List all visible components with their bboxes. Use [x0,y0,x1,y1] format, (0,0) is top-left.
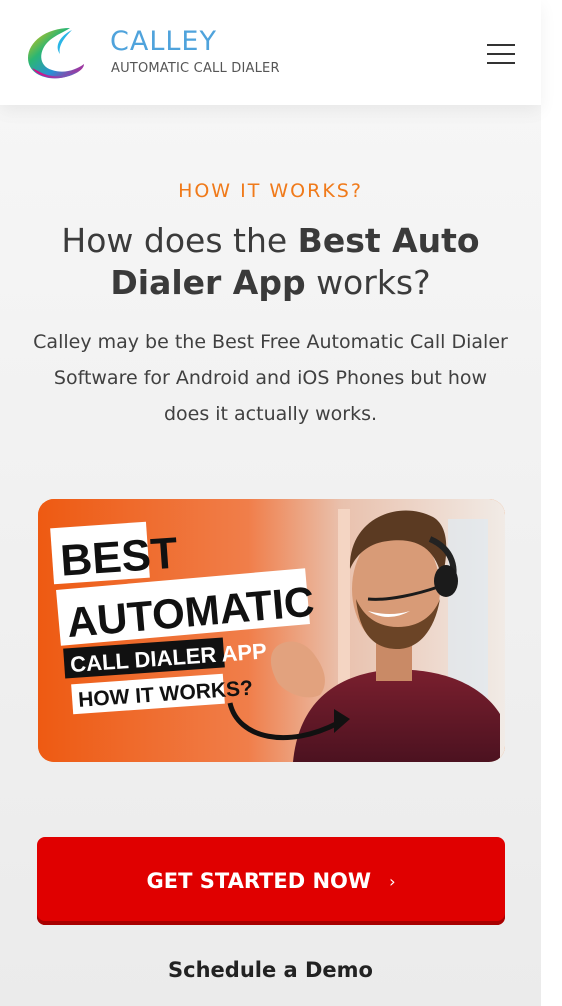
chevron-right-icon: › [389,871,396,891]
section-description: Calley may be the Best Free Automatic Ca… [33,331,508,425]
schedule-demo-link[interactable]: Schedule a Demo [0,956,541,984]
thumbnail-artwork: BEST AUTOMATIC CALL DIALER APP HOW IT WO… [38,499,505,762]
get-started-button[interactable]: GET STARTED NOW › [37,837,505,925]
site-header: CALLEY AUTOMATIC CALL DIALER [0,0,541,105]
headset-earpiece [434,565,458,597]
window-frame [338,509,350,709]
page-edge [541,0,562,1006]
brand-title[interactable]: CALLEY [110,27,217,57]
calley-logo-icon[interactable] [24,24,88,84]
hamburger-menu-icon[interactable] [484,40,518,68]
section-eyebrow: HOW IT WORKS? [178,180,363,202]
thumbnail-line1: BEST [59,529,180,586]
get-started-label: GET STARTED NOW [146,869,372,893]
section-heading: How does the Best Auto Dialer App works? [40,220,501,304]
heading-part1: How does the [61,221,298,260]
heading-part2: works? [305,263,431,302]
video-thumbnail[interactable]: BEST AUTOMATIC CALL DIALER APP HOW IT WO… [38,499,505,762]
brand-subtitle: AUTOMATIC CALL DIALER [111,61,280,76]
